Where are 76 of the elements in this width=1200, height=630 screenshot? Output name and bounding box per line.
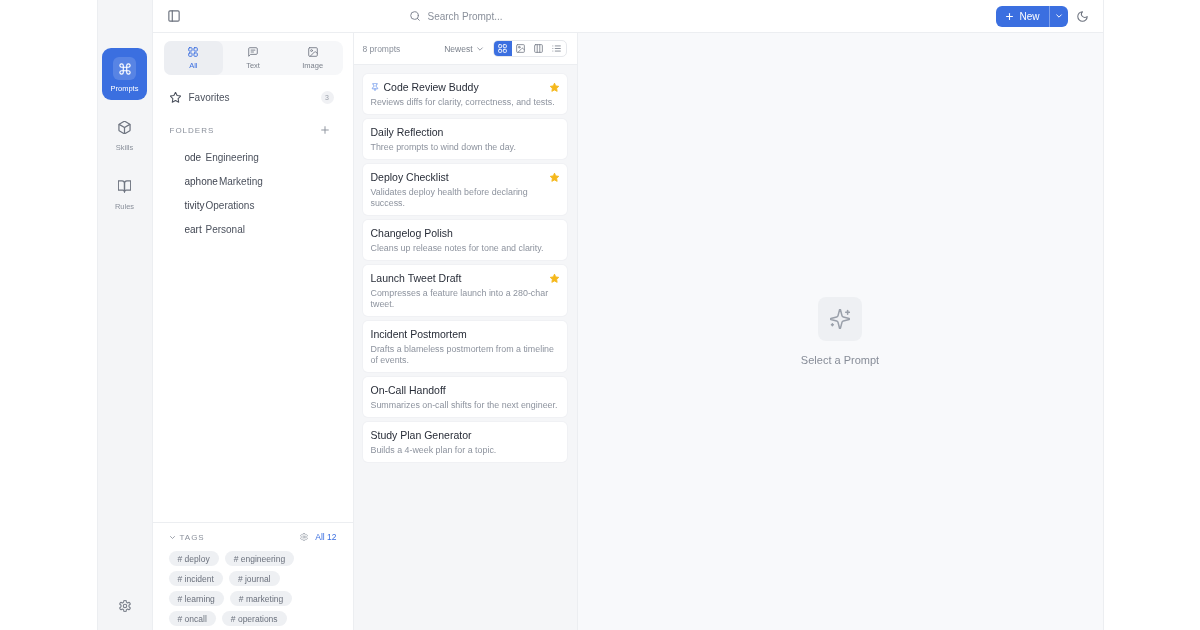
prompt-title: Changelog Polish	[370, 227, 453, 239]
columns-icon	[534, 44, 543, 53]
section-heading: FOLDERS	[169, 125, 215, 135]
prompt-description: Validates deploy health before declaring success.	[370, 187, 529, 209]
star-icon	[169, 91, 181, 103]
message-icon	[248, 46, 258, 57]
prompt-title: Study Plan Generator	[370, 429, 472, 441]
prompt-title: Code Review Buddy	[383, 81, 479, 93]
icon-fallback-text: eart	[184, 223, 203, 235]
prompt-card[interactable]: Changelog Polish Cleans up release notes for tone and clarity.	[362, 220, 567, 260]
search-icon	[409, 11, 420, 21]
search-field[interactable]: Search Prompt...	[427, 8, 618, 24]
folder-item[interactable]: tivityOperations	[163, 193, 343, 217]
prompt-title: Deploy Checklist	[370, 171, 449, 183]
tag-chip[interactable]: # engineering	[224, 551, 295, 566]
grid-icon	[188, 46, 199, 57]
sidebar-panel-icon	[167, 10, 180, 22]
sparkles-icon	[818, 297, 862, 341]
prompt-title: Launch Tweet Draft	[370, 272, 462, 284]
moon-icon	[1076, 10, 1088, 22]
new-menu-button[interactable]	[1048, 5, 1068, 27]
cube-icon	[118, 121, 131, 134]
tag-chip[interactable]: # deploy	[168, 551, 219, 566]
tag-chip[interactable]: # incident	[168, 571, 223, 586]
tag-settings-button[interactable]	[300, 533, 309, 541]
prompt-card[interactable]: On-Call Handoff Summarizes on-call shifts for the next engineer.	[362, 377, 567, 417]
chevron-down-icon	[1054, 12, 1063, 20]
book-icon	[118, 180, 131, 193]
icon-fallback-text: tivity	[184, 199, 205, 211]
theme-toggle-button[interactable]	[1076, 10, 1088, 22]
prompt-card[interactable]: Incident Postmortem Drafts a blameless postmortem from a timeline of events.	[362, 321, 567, 372]
image-icon	[516, 44, 525, 53]
icon-fallback-text: ode	[184, 151, 203, 163]
sidebar-toggle-button[interactable]	[167, 10, 180, 22]
folder-item[interactable]: eart Personal	[163, 217, 343, 241]
all-tags-link[interactable]: All 12	[315, 532, 337, 542]
prompt-card[interactable]: Code Review Buddy Reviews diffs for clarity, correctness, and tests.	[362, 74, 567, 114]
tag-chip[interactable]: # marketing	[229, 591, 293, 606]
prompt-card[interactable]: Daily Reflection Three prompts to wind down the day.	[362, 119, 567, 159]
tag-chip[interactable]: # operations	[221, 611, 287, 626]
tag-chip[interactable]: # oncall	[168, 611, 216, 626]
view-toggle-button[interactable]	[493, 41, 512, 56]
tag-chip[interactable]: # learning	[168, 591, 224, 606]
folder-item[interactable]: aphoneMarketing	[163, 169, 343, 193]
image-icon	[307, 46, 318, 57]
prompt-description: Reviews diffs for clarity, correctness, and tests.	[370, 97, 556, 108]
plus-icon	[319, 125, 330, 135]
icon-fallback-text: aphone	[184, 175, 218, 187]
prompt-description: Builds a 4-week plan for a topic.	[370, 445, 498, 456]
prompt-title: Daily Reflection	[370, 126, 444, 138]
prompt-title: On-Call Handoff	[370, 384, 446, 396]
empty-state-text: Select a Prompt	[800, 354, 880, 366]
list-icon	[552, 44, 561, 53]
prompt-description: Compresses a feature launch into a 280-char tweet.	[370, 288, 550, 310]
prompt-description: Drafts a blameless postmortem from a timeline of events.	[370, 344, 555, 366]
settings-icon	[118, 600, 131, 612]
prompt-title: Incident Postmortem	[370, 328, 467, 340]
settings-button[interactable]	[118, 600, 131, 612]
prompt-description: Three prompts to wind down the day.	[370, 142, 517, 153]
tag-chip[interactable]: # journal	[228, 571, 280, 586]
prompt-description: Summarizes on-call shifts for the next engineer.	[370, 400, 559, 411]
grid-icon	[498, 44, 507, 53]
prompt-count: 8 prompts	[362, 43, 401, 54]
folder-item[interactable]: ode Engineering	[163, 145, 343, 169]
new-button[interactable]: New	[996, 5, 1049, 27]
prompt-description: Cleans up release notes for tone and clarity.	[370, 243, 545, 254]
prompt-card[interactable]: Launch Tweet Draft Compresses a feature launch into a 280-char tweet.	[362, 265, 567, 316]
plus-icon	[1005, 11, 1015, 21]
settings-icon	[300, 533, 309, 541]
prompt-card[interactable]: Study Plan Generator Builds a 4-week plan for a topic.	[362, 422, 567, 462]
add-folder-button[interactable]	[319, 125, 330, 135]
sort-dropdown[interactable]: Newest	[444, 43, 484, 54]
section-heading: TAGS	[179, 532, 205, 542]
command-icon	[113, 57, 136, 80]
prompt-card[interactable]: Deploy Checklist Validates deploy health before declaring success.	[362, 164, 567, 215]
chevron-down-icon	[475, 44, 484, 53]
